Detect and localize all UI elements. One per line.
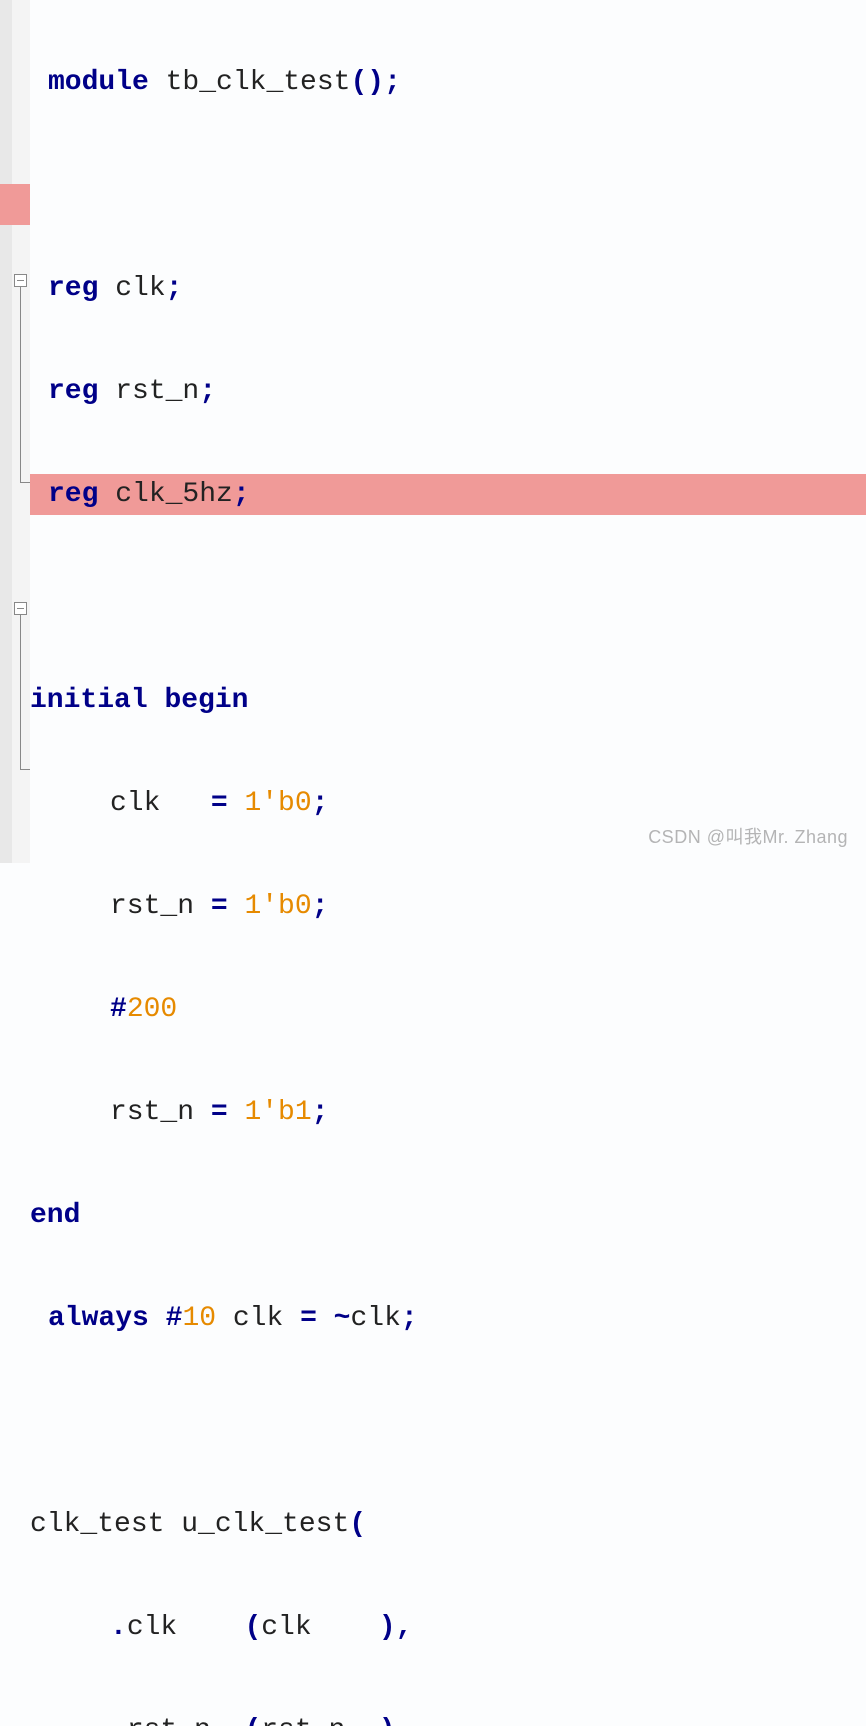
keyword-reg: reg xyxy=(48,376,98,407)
watermark: CSDN @叫我Mr. Zhang xyxy=(648,823,848,849)
operator-not: ~ xyxy=(317,1303,351,1334)
highlight-margin xyxy=(0,184,30,225)
punct: ; xyxy=(166,273,183,304)
keyword-reg: reg xyxy=(48,273,98,304)
punct: ; xyxy=(384,67,401,98)
port-name: rst_n xyxy=(127,1715,245,1726)
fold-guide-instance xyxy=(20,615,21,770)
identifier: clk xyxy=(110,788,211,819)
identifier: tb_clk_test xyxy=(149,67,351,98)
code-line-empty xyxy=(30,165,866,206)
code-line: reg clk; xyxy=(30,268,866,309)
operator: = xyxy=(300,1303,317,1334)
code-line-empty xyxy=(30,577,866,618)
identifier: clk_test u_clk_test xyxy=(30,1509,349,1540)
code-area: module tb_clk_test(); reg clk; reg rst_n… xyxy=(30,0,866,1726)
punct: ; xyxy=(312,891,329,922)
identifier: rst_n xyxy=(98,376,199,407)
keyword-end: end xyxy=(30,1200,80,1231)
delay-hash: # xyxy=(110,994,127,1025)
fold-end-instance xyxy=(20,763,30,770)
code-line: .rst_n (rst_n ), xyxy=(30,1710,866,1726)
code-line: #200 xyxy=(30,989,866,1030)
port-name: clk xyxy=(127,1612,245,1643)
code-line: module tb_clk_test(); xyxy=(30,62,866,103)
operator: = xyxy=(211,891,245,922)
keyword-initial: initial xyxy=(30,685,148,716)
literal: 1'b0 xyxy=(244,788,311,819)
keyword-always: always xyxy=(48,1303,149,1334)
code-line: clk_test u_clk_test( xyxy=(30,1504,866,1545)
fold-end-initial xyxy=(20,476,30,483)
code-line: always #10 clk = ~clk; xyxy=(30,1298,866,1339)
punct: ; xyxy=(312,788,329,819)
fold-guide-initial xyxy=(20,287,21,483)
punct: ; xyxy=(401,1303,418,1334)
identifier: clk xyxy=(216,1303,300,1334)
literal: 1'b1 xyxy=(244,1097,311,1128)
literal: 10 xyxy=(182,1303,216,1334)
code-line: rst_n = 1'b0; xyxy=(30,886,866,927)
code-line: rst_n = 1'b1; xyxy=(30,1092,866,1133)
operator: = xyxy=(211,1097,245,1128)
literal: 200 xyxy=(127,994,177,1025)
punct: ; xyxy=(199,376,216,407)
identifier: rst_n xyxy=(110,1097,211,1128)
identifier: rst_n xyxy=(110,891,211,922)
punct: ) xyxy=(367,67,384,98)
punct: ( xyxy=(244,1612,261,1643)
identifier: clk xyxy=(350,1303,400,1334)
punct: ; xyxy=(312,1097,329,1128)
punct: ( xyxy=(244,1715,261,1726)
fold-toggle-initial[interactable] xyxy=(14,274,27,287)
identifier: clk_5hz xyxy=(98,479,232,510)
keyword-module: module xyxy=(48,67,149,98)
punct: , xyxy=(396,1612,413,1643)
code-line-highlighted: reg clk_5hz; xyxy=(30,474,866,515)
punct: , xyxy=(396,1715,413,1726)
operator: = xyxy=(211,788,245,819)
keyword-reg: reg xyxy=(48,479,98,510)
punct: ) xyxy=(379,1612,396,1643)
fold-column xyxy=(12,0,30,863)
code-line: initial begin xyxy=(30,680,866,721)
line-number-gutter xyxy=(0,0,12,863)
signal: rst_n xyxy=(261,1715,379,1726)
signal: clk xyxy=(261,1612,379,1643)
punct: . xyxy=(110,1715,127,1726)
keyword-begin: begin xyxy=(164,685,248,716)
identifier: clk xyxy=(98,273,165,304)
code-line: .clk (clk ), xyxy=(30,1607,866,1648)
code-line: end xyxy=(30,1195,866,1236)
literal: 1'b0 xyxy=(244,891,311,922)
punct: ( xyxy=(350,67,367,98)
punct: ) xyxy=(379,1715,396,1726)
code-line-empty xyxy=(30,1401,866,1442)
punct: ( xyxy=(349,1509,366,1540)
fold-toggle-instance[interactable] xyxy=(14,602,27,615)
code-line: reg rst_n; xyxy=(30,371,866,412)
delay-hash: # xyxy=(149,1303,183,1334)
punct: . xyxy=(110,1612,127,1643)
punct: ; xyxy=(233,479,250,510)
code-line: clk = 1'b0; xyxy=(30,783,866,824)
